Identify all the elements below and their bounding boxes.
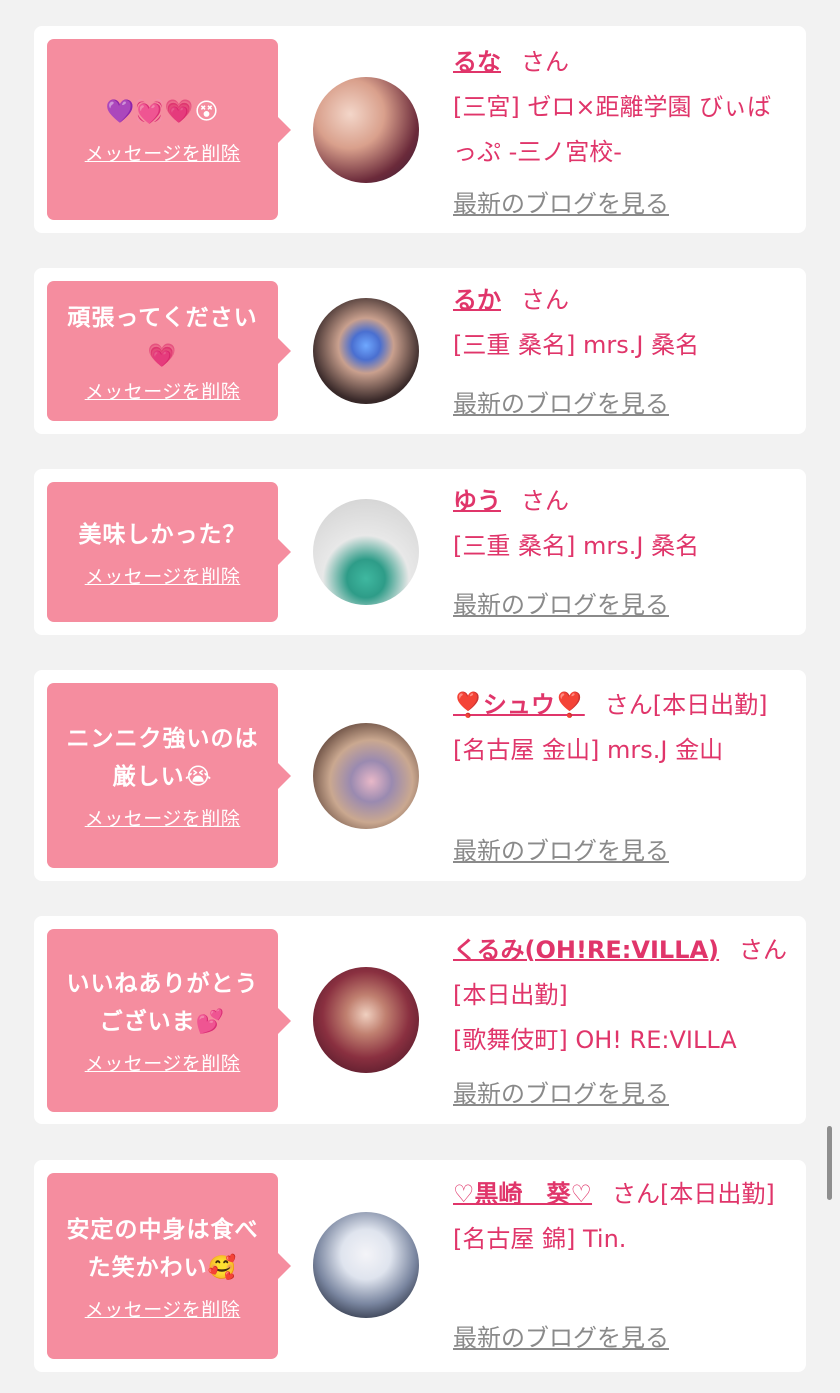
shop-name: [名古屋 錦] Tin. [453,1225,627,1253]
cast-info: ゆう さん [三重 桑名] mrs.J 桑名 [453,479,788,569]
message-card: ニンニク強いのは厳しい😭 メッセージを削除 ❣️シュウ❣️ さん[本日出勤] [名… [34,670,806,881]
message-bubble: 頑張ってください💗 メッセージを削除 [47,281,291,421]
message-bubble: 💜💓💗😵 メッセージを削除 [47,39,291,220]
cast-status: [本日出勤] [652,691,768,719]
shop-name: [三重 桑名] mrs.J 桑名 [453,532,700,560]
message-bubble: 安定の中身は食べた笑かわい🥰 メッセージを削除 [47,1173,291,1359]
cast-info: るな さん [三宮] ゼロ×距離学園 びぃばっぷ -三ノ宮校- [453,40,788,175]
view-blog-link[interactable]: 最新のブログを見る [453,831,669,866]
honorific: さん [612,1180,661,1208]
message-card: 安定の中身は食べた笑かわい🥰 メッセージを削除 ♡黒崎 葵♡ さん[本日出勤] [… [34,1160,806,1372]
message-bubble: いいねありがとうございま💕 メッセージを削除 [47,929,291,1112]
avatar[interactable] [313,499,419,605]
cast-info: るか さん [三重 桑名] mrs.J 桑名 [453,278,788,368]
shop-name: [三宮] ゼロ×距離学園 びぃばっぷ -三ノ宮校- [453,93,772,166]
delete-message-link[interactable]: メッセージを削除 [85,139,241,166]
view-blog-link[interactable]: 最新のブログを見る [453,384,669,419]
message-text: 頑張ってください💗 [67,304,258,369]
message-text: 美味しかった？ [78,521,247,548]
message-card: 頑張ってください💗 メッセージを削除 るか さん [三重 桑名] mrs.J 桑名… [34,268,806,434]
honorific: さん [521,487,569,515]
cast-name-link[interactable]: ゆう [453,487,501,515]
avatar[interactable] [313,1212,419,1318]
delete-message-link[interactable]: メッセージを削除 [85,1049,241,1076]
avatar[interactable] [313,723,419,829]
cast-name-link[interactable]: るな [453,48,501,76]
message-card: いいねありがとうございま💕 メッセージを削除 くるみ(OH!RE:VILLA) さ… [34,916,806,1124]
message-text: 安定の中身は食べた笑かわい🥰 [66,1216,259,1281]
message-bubble: ニンニク強いのは厳しい😭 メッセージを削除 [47,683,291,868]
message-text: 💜💓💗😵 [105,99,220,125]
avatar[interactable] [313,298,419,404]
view-blog-link[interactable]: 最新のブログを見る [453,1074,669,1109]
cast-name-link[interactable]: ❣️シュウ❣️ [453,691,585,719]
cast-status: [本日出勤] [453,981,568,1009]
view-blog-link[interactable]: 最新のブログを見る [453,184,669,219]
honorific: さん [739,936,788,964]
message-bubble: 美味しかった？ メッセージを削除 [47,482,291,622]
view-blog-link[interactable]: 最新のブログを見る [453,1318,669,1353]
delete-message-link[interactable]: メッセージを削除 [85,804,241,831]
avatar[interactable] [313,967,419,1073]
cast-status: [本日出勤] [660,1180,775,1208]
message-card: 💜💓💗😵 メッセージを削除 るな さん [三宮] ゼロ×距離学園 びぃばっぷ -三… [34,26,806,233]
cast-info: ❣️シュウ❣️ さん[本日出勤] [名古屋 金山] mrs.J 金山 [453,683,788,773]
cast-info: ♡黒崎 葵♡ さん[本日出勤] [名古屋 錦] Tin. [453,1172,788,1262]
delete-message-link[interactable]: メッセージを削除 [85,1295,241,1322]
shop-name: [歌舞伎町] OH! RE:VILLA [453,1026,737,1054]
message-text: いいねありがとうございま💕 [66,971,259,1035]
honorific: さん [521,48,569,76]
message-card: 美味しかった？ メッセージを削除 ゆう さん [三重 桑名] mrs.J 桑名 最… [34,469,806,635]
cast-info: くるみ(OH!RE:VILLA) さん [本日出勤] [歌舞伎町] OH! RE:V… [453,928,788,1063]
cast-name-link[interactable]: ♡黒崎 葵♡ [453,1180,592,1208]
honorific: さん [521,286,569,314]
shop-name: [名古屋 金山] mrs.J 金山 [453,736,724,764]
honorific: さん [604,691,653,719]
view-blog-link[interactable]: 最新のブログを見る [453,585,669,620]
delete-message-link[interactable]: メッセージを削除 [85,562,241,589]
avatar[interactable] [313,77,419,183]
scrollbar[interactable] [827,1126,832,1200]
message-text: ニンニク強いのは厳しい😭 [66,726,259,790]
cast-name-link[interactable]: るか [453,286,501,314]
shop-name: [三重 桑名] mrs.J 桑名 [453,331,700,359]
delete-message-link[interactable]: メッセージを削除 [85,377,241,404]
cast-name-link[interactable]: くるみ(OH!RE:VILLA) [453,936,719,964]
